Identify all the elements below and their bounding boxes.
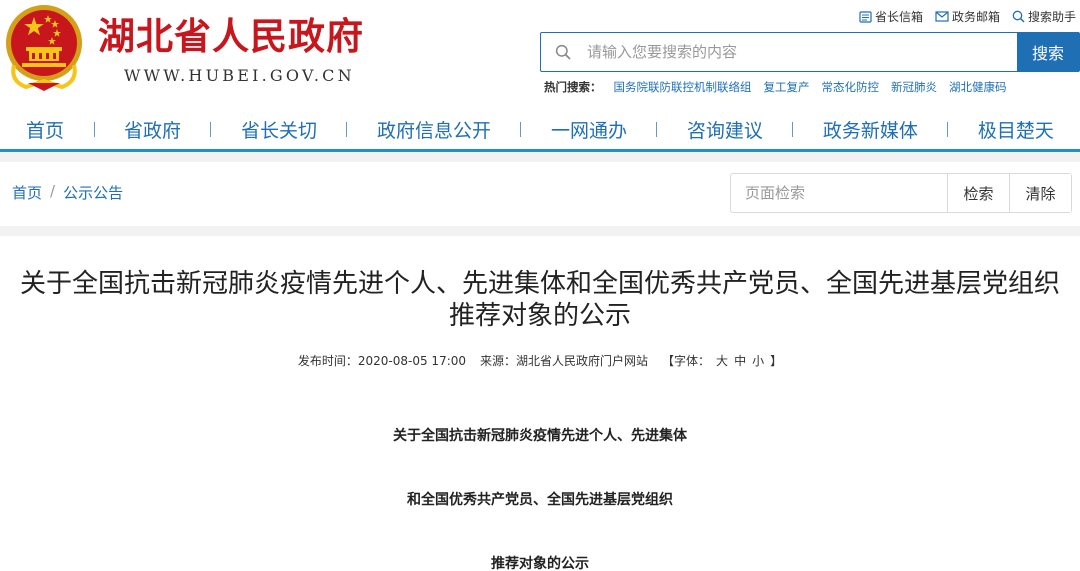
nav-divider xyxy=(947,122,949,137)
article-source: 来源：湖北省人民政府门户网站 xyxy=(480,354,649,368)
hot-search-item[interactable]: 复工复产 xyxy=(764,79,810,95)
search-icon xyxy=(555,44,571,60)
nav-item-info-disclosure[interactable]: 政府信息公开 xyxy=(377,116,491,143)
hot-search-item[interactable]: 湖北健康码 xyxy=(949,79,1007,95)
site-title[interactable]: 湖北省人民政府 xyxy=(98,14,364,60)
search-assistant-link[interactable]: 搜索助手 xyxy=(1012,8,1076,25)
article-subtitle: 和全国优秀共产党员、全国先进基层党组织 xyxy=(407,492,673,508)
nav-item-online-services[interactable]: 一网通办 xyxy=(551,116,627,143)
site-header: 湖北省人民政府 WWW.HUBEI.GOV.CN 省长信箱 政务邮箱 搜索助手 … xyxy=(0,0,1080,110)
font-size-small-button[interactable]: 小 xyxy=(752,352,764,369)
hot-searches-label: 热门搜索： xyxy=(544,80,602,94)
font-size-medium-button[interactable]: 中 xyxy=(734,352,746,369)
article-meta: 发布时间：2020-08-05 17:00 来源：湖北省人民政府门户网站 【字体… xyxy=(0,352,1080,369)
page-search: 检索 清除 xyxy=(730,173,1072,213)
site-search: 搜索 xyxy=(540,32,1080,72)
page-clear-button[interactable]: 清除 xyxy=(1009,174,1071,212)
article: 关于全国抗击新冠肺炎疫情先进个人、先进集体和全国优秀共产党员、全国先进基层党组织… xyxy=(0,268,1080,571)
article-title: 关于全国抗击新冠肺炎疫情先进个人、先进集体和全国优秀共产党员、全国先进基层党组织… xyxy=(20,269,1061,331)
font-size-large-button[interactable]: 大 xyxy=(716,352,728,369)
search-field-icon-wrap xyxy=(541,33,585,71)
nav-item-provincial-government[interactable]: 省政府 xyxy=(124,116,181,143)
hot-search-item[interactable]: 新冠肺炎 xyxy=(891,79,937,95)
nav-divider xyxy=(93,122,95,137)
font-size-close-bracket: 】 xyxy=(770,354,783,368)
nav-divider xyxy=(792,122,794,137)
nav-item-home[interactable]: 首页 xyxy=(26,116,64,143)
hot-search-item[interactable]: 国务院联防联控机制联络组 xyxy=(614,79,752,95)
article-subtitle: 推荐对象的公示 xyxy=(491,556,589,571)
top-links: 省长信箱 政务邮箱 搜索助手 xyxy=(859,8,1076,25)
site-domain: WWW.HUBEI.GOV.CN xyxy=(124,66,355,85)
nav-divider xyxy=(656,122,658,137)
gov-email-link[interactable]: 政务邮箱 xyxy=(935,8,1000,25)
font-size-controls: 【字体： 大 中 小 】 xyxy=(662,352,782,369)
site-search-button[interactable]: 搜索 xyxy=(1017,33,1079,71)
nav-divider xyxy=(520,122,522,137)
article-subtitle: 关于全国抗击新冠肺炎疫情先进个人、先进集体 xyxy=(393,428,687,444)
hot-search-item[interactable]: 常态化防控 xyxy=(822,79,880,95)
search-assistant-label: 搜索助手 xyxy=(1027,10,1076,24)
page-search-button[interactable]: 检索 xyxy=(947,174,1009,212)
page-search-input[interactable] xyxy=(731,174,947,212)
nav-item-consultation[interactable]: 咨询建议 xyxy=(687,116,763,143)
envelope-icon xyxy=(935,11,949,22)
publish-time: 发布时间：2020-08-05 17:00 xyxy=(297,354,467,368)
governor-mailbox-link[interactable]: 省长信箱 xyxy=(859,8,923,25)
nav-item-governor-concerns[interactable]: 省长关切 xyxy=(241,116,317,143)
breadcrumb-announcements[interactable]: 公示公告 xyxy=(63,182,123,203)
nav-item-jimu-chutian[interactable]: 极目楚天 xyxy=(978,116,1054,143)
nav-divider xyxy=(346,122,348,137)
nav-item-new-media[interactable]: 政务新媒体 xyxy=(823,116,918,143)
national-emblem-icon[interactable] xyxy=(4,3,84,91)
hot-searches: 热门搜索： 国务院联防联控机制联络组 复工复产 常态化防控 新冠肺炎 湖北健康码 xyxy=(544,79,1007,95)
breadcrumb-band: 首页 / 公示公告 检索 清除 xyxy=(0,152,1080,236)
breadcrumb: 首页 / 公示公告 xyxy=(12,182,123,203)
governor-mailbox-label: 省长信箱 xyxy=(874,10,923,24)
breadcrumb-bar: 首页 / 公示公告 检索 清除 xyxy=(0,162,1080,226)
font-size-label: 【字体： xyxy=(662,354,711,368)
main-nav: 首页 省政府 省长关切 政府信息公开 一网通办 咨询建议 政务新媒体 极目楚天 xyxy=(0,110,1080,152)
gov-email-label: 政务邮箱 xyxy=(951,10,1000,24)
site-search-input[interactable] xyxy=(585,33,1017,71)
nav-divider xyxy=(210,122,212,137)
mailbox-icon xyxy=(859,10,872,23)
breadcrumb-separator: / xyxy=(50,182,56,200)
breadcrumb-home[interactable]: 首页 xyxy=(12,182,42,203)
search-icon xyxy=(1012,10,1025,23)
